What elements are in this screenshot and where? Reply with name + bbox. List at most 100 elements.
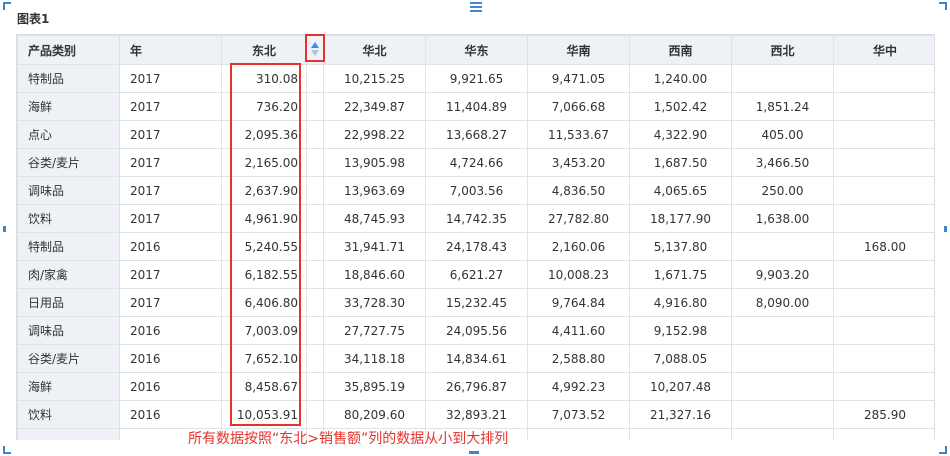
- cell-north: 10,215.25: [323, 64, 426, 93]
- table-row[interactable]: 特制品 2017 310.08 10,215.25 9,921.65 9,471.05 1,…: [17, 64, 934, 93]
- sort-down-arrow-icon: [311, 50, 319, 56]
- resize-handle-left[interactable]: [3, 226, 6, 232]
- cell-year: 2016: [119, 372, 222, 401]
- resize-handle-bottom[interactable]: [469, 451, 479, 454]
- cell-northeast: 8,458.67: [221, 372, 307, 401]
- cell-north: 31,941.71: [323, 232, 426, 261]
- table-row[interactable]: 点心 2017 2,095.36 22,998.22 13,668.27 11,533.6…: [17, 120, 934, 149]
- cell-central: [833, 260, 934, 289]
- table-row[interactable]: 海鲜 2016 8,458.67 35,895.19 26,796.87 4,992.23…: [17, 372, 934, 401]
- cell-central: [833, 372, 934, 401]
- header-central[interactable]: 华中: [833, 35, 934, 65]
- cell-northwest: 9,903.20: [731, 260, 834, 289]
- cell-empty: [731, 428, 834, 440]
- cell-north: 22,349.87: [323, 92, 426, 121]
- cell-north: 18,846.60: [323, 260, 426, 289]
- cell-east: 4,724.66: [425, 148, 528, 177]
- cell-north: 27,727.75: [323, 316, 426, 345]
- cell-spacer: [306, 372, 324, 401]
- resize-corner-bottom-left[interactable]: [3, 446, 11, 454]
- header-southwest[interactable]: 西南: [629, 35, 732, 65]
- table-row[interactable]: 谷类/麦片 2016 7,652.10 34,118.18 14,834.61 2,588…: [17, 344, 934, 373]
- cell-southwest: 18,177.90: [629, 204, 732, 233]
- sort-asc-icon[interactable]: [305, 34, 325, 62]
- cell-southwest: 7,088.05: [629, 344, 732, 373]
- cell-year: 2017: [119, 176, 222, 205]
- cell-south: 4,992.23: [527, 372, 630, 401]
- cell-south: 9,471.05: [527, 64, 630, 93]
- header-northwest[interactable]: 西北: [731, 35, 834, 65]
- cell-north: 48,745.93: [323, 204, 426, 233]
- cell-northwest: [731, 400, 834, 429]
- cell-spacer: [306, 288, 324, 317]
- table-row[interactable]: 肉/家禽 2017 6,182.55 18,846.60 6,621.27 10,008.…: [17, 260, 934, 289]
- cell-southwest: 1,671.75: [629, 260, 732, 289]
- cell-category: 饮料: [17, 204, 120, 233]
- cell-year: 2017: [119, 120, 222, 149]
- cell-spacer: [306, 260, 324, 289]
- table-row[interactable]: 饮料 2016 10,053.91 80,209.60 32,893.21 7,073.5…: [17, 400, 934, 429]
- cell-year: 2017: [119, 204, 222, 233]
- cell-central: [833, 288, 934, 317]
- header-northeast[interactable]: 东北: [221, 35, 307, 65]
- cell-northwest: [731, 64, 834, 93]
- header-east[interactable]: 华东: [425, 35, 528, 65]
- cell-year: 2017: [119, 64, 222, 93]
- cell-south: 11,533.67: [527, 120, 630, 149]
- table-row[interactable]: 特制品 2016 5,240.55 31,941.71 24,178.43 2,160.0…: [17, 232, 934, 261]
- cell-category: 调味品: [17, 316, 120, 345]
- table-row[interactable]: 谷类/麦片 2017 2,165.00 13,905.98 4,724.66 3,453.…: [17, 148, 934, 177]
- table-row[interactable]: 日用品 2017 6,406.80 33,728.30 15,232.45 9,764.8…: [17, 288, 934, 317]
- cell-category: 海鲜: [17, 372, 120, 401]
- resize-handle-right[interactable]: [944, 226, 947, 232]
- cell-spacer: [306, 120, 324, 149]
- cell-southwest: 10,207.48: [629, 372, 732, 401]
- table-row[interactable]: 海鲜 2017 736.20 22,349.87 11,404.89 7,066.68 1,…: [17, 92, 934, 121]
- resize-corner-top-right[interactable]: [939, 2, 947, 10]
- sort-up-arrow-icon: [311, 42, 319, 48]
- cell-southwest: 9,152.98: [629, 316, 732, 345]
- header-south[interactable]: 华南: [527, 35, 630, 65]
- cell-northeast: 310.08: [221, 64, 307, 93]
- cell-year: 2016: [119, 232, 222, 261]
- cell-southwest: 1,687.50: [629, 148, 732, 177]
- cell-east: 24,095.56: [425, 316, 528, 345]
- cell-category: 特制品: [17, 64, 120, 93]
- header-north[interactable]: 华北: [323, 35, 426, 65]
- chart-widget[interactable]: 图表1 产品类别 年 东北 华北 华东 华南 西南 西北 华中 特制品 2017…: [1, 0, 949, 456]
- cell-east: 14,742.35: [425, 204, 528, 233]
- cell-north: 33,728.30: [323, 288, 426, 317]
- cell-northeast: 5,240.55: [221, 232, 307, 261]
- cell-central: 285.90: [833, 400, 934, 429]
- cell-south: 3,453.20: [527, 148, 630, 177]
- cell-northwest: 250.00: [731, 176, 834, 205]
- cell-empty: [629, 428, 732, 440]
- cell-northeast: 4,961.90: [221, 204, 307, 233]
- cell-spacer: [306, 232, 324, 261]
- cell-spacer: [306, 344, 324, 373]
- cell-northeast: 736.20: [221, 92, 307, 121]
- table-row[interactable]: 调味品 2016 7,003.09 27,727.75 24,095.56 4,411.6…: [17, 316, 934, 345]
- table-header-row: 产品类别 年 东北 华北 华东 华南 西南 西北 华中: [17, 35, 934, 65]
- cell-northeast: 10,053.91: [221, 400, 307, 429]
- drag-handle-icon[interactable]: [470, 2, 482, 12]
- cell-year: 2016: [119, 344, 222, 373]
- cell-east: 6,621.27: [425, 260, 528, 289]
- header-product-category[interactable]: 产品类别: [17, 35, 120, 65]
- cell-south: 10,008.23: [527, 260, 630, 289]
- cell-south: 2,588.80: [527, 344, 630, 373]
- cell-south: 4,836.50: [527, 176, 630, 205]
- resize-corner-top-left[interactable]: [3, 2, 11, 10]
- cell-east: 24,178.43: [425, 232, 528, 261]
- cell-category: 点心: [17, 120, 120, 149]
- cell-empty: [527, 428, 630, 440]
- cell-north: 80,209.60: [323, 400, 426, 429]
- cell-north: 34,118.18: [323, 344, 426, 373]
- resize-corner-bottom-right[interactable]: [939, 446, 947, 454]
- cell-category: 日用品: [17, 288, 120, 317]
- table-row[interactable]: 饮料 2017 4,961.90 48,745.93 14,742.35 27,782.8…: [17, 204, 934, 233]
- sort-annotation: 所有数据按照“东北>销售额”列的数据从小到大排列: [188, 431, 509, 447]
- cell-central: [833, 92, 934, 121]
- header-year[interactable]: 年: [119, 35, 222, 65]
- table-row[interactable]: 调味品 2017 2,637.90 13,963.69 7,003.56 4,836.50…: [17, 176, 934, 205]
